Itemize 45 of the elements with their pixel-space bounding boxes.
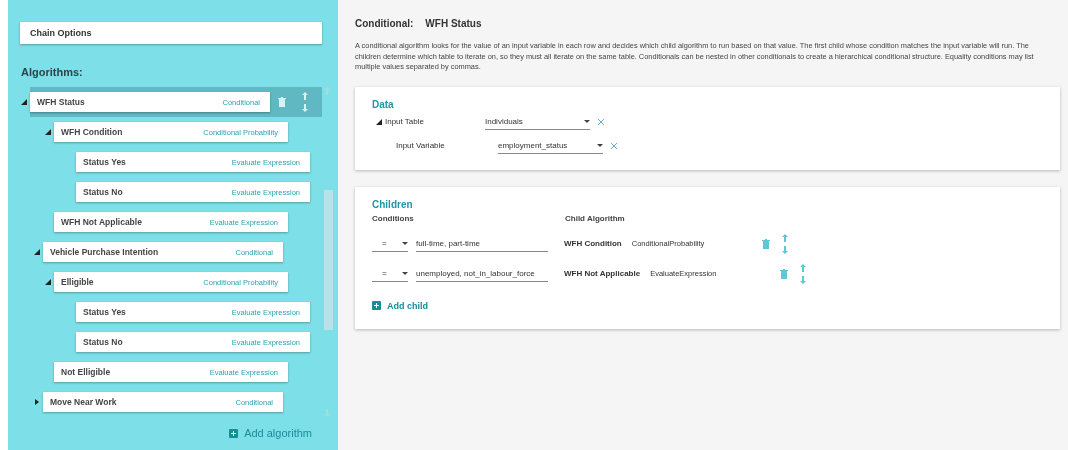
up-arrow-icon[interactable] [781, 233, 788, 242]
down-arrow-icon[interactable] [324, 409, 330, 417]
down-arrow-icon[interactable] [800, 275, 807, 284]
add-child-button[interactable]: Add child [372, 300, 428, 311]
child-name: WFH Not Applicable [564, 269, 641, 279]
dropdown-caret-icon [402, 271, 408, 275]
add-icon [372, 301, 381, 311]
condition-values-field[interactable]: full-time, part-time [416, 235, 548, 253]
data-heading: Data [372, 98, 395, 110]
input-variable-label: Input Variable [396, 141, 446, 151]
expanded-caret-icon[interactable] [44, 279, 51, 285]
clear-icon[interactable] [611, 142, 617, 149]
input-variable-select[interactable]: employment_status [498, 137, 603, 155]
clear-icon[interactable] [598, 118, 604, 125]
up-arrow-icon[interactable] [324, 87, 330, 95]
dropdown-caret-icon [597, 143, 603, 147]
delete-icon[interactable] [278, 97, 286, 107]
expanded-caret-icon[interactable] [44, 129, 51, 135]
conditions-header: Conditions [372, 213, 415, 223]
dropdown-caret-icon [584, 119, 590, 123]
delete-icon[interactable] [780, 268, 789, 279]
algorithm-title: WFH Status [425, 18, 482, 29]
child-name: WFH Condition [564, 239, 622, 249]
algorithms-heading: Algorithms: [21, 66, 84, 78]
up-arrow-icon[interactable] [302, 92, 308, 100]
input-table-label: Input Table [385, 117, 425, 127]
scrollbar[interactable] [324, 87, 333, 417]
expanded-caret-icon[interactable] [375, 118, 382, 125]
algorithm-kind-label: Conditional: [355, 18, 414, 29]
delete-icon[interactable] [761, 238, 770, 249]
expanded-caret-icon[interactable] [33, 249, 40, 255]
add-icon [229, 428, 239, 438]
collapsed-caret-icon[interactable] [33, 399, 40, 405]
child-algorithm-header: Child Algorithm [565, 213, 625, 223]
chain-options-button[interactable]: Chain Options [20, 22, 322, 44]
children-heading: Children [372, 198, 414, 210]
dropdown-caret-icon [402, 241, 408, 245]
down-arrow-icon[interactable] [781, 245, 788, 254]
up-arrow-icon[interactable] [800, 263, 807, 272]
expanded-caret-icon[interactable] [20, 99, 27, 105]
input-table-select[interactable]: Individuals [485, 113, 590, 131]
down-arrow-icon[interactable] [302, 104, 308, 112]
condition-values-field[interactable]: unemployed, not_in_labour_force [416, 265, 548, 283]
operator-select[interactable]: = [372, 265, 408, 283]
operator-select[interactable]: = [372, 235, 408, 253]
